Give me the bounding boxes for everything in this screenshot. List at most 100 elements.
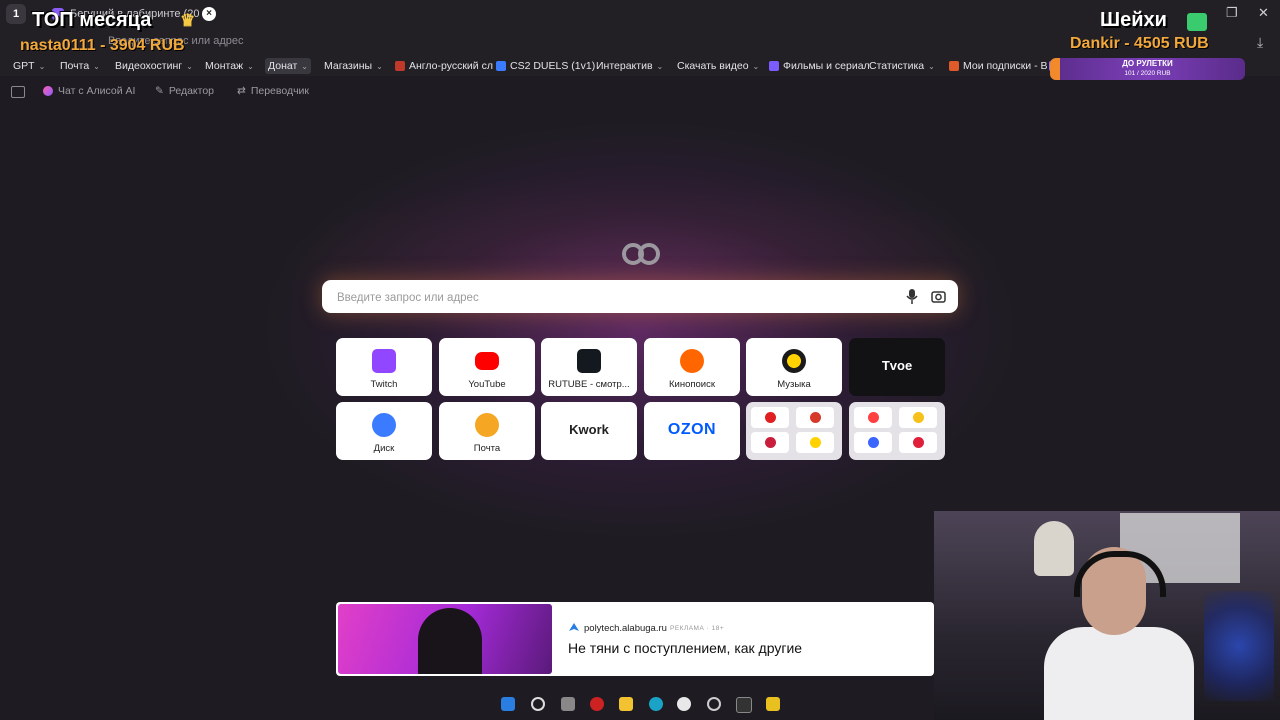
folder-item <box>899 407 937 428</box>
tile-label: Twitch <box>370 379 398 390</box>
tile-label: YouTube <box>468 379 506 390</box>
roulette-count: 101 / 2020 RUB <box>1124 70 1171 77</box>
folder-item <box>899 432 937 453</box>
kinopoisk-icon <box>680 349 704 373</box>
twitch-icon <box>372 349 396 373</box>
bookmark-item[interactable]: Статистика ⌄ <box>866 58 938 74</box>
overlay-badge-icon <box>1187 13 1207 31</box>
sidebar-toggle-icon[interactable] <box>11 86 25 98</box>
bookmark-item[interactable]: Магазины ⌄ <box>321 58 386 74</box>
tile-label: Кинопоиск <box>668 379 715 390</box>
tile-folder-1[interactable] <box>746 402 842 460</box>
tile-mail[interactable]: Почта <box>439 402 535 460</box>
translator-label: Переводчик <box>250 85 310 97</box>
bookmark-label: Интерактив <box>596 60 653 72</box>
bookmark-item[interactable]: Донат ⌄ <box>265 58 311 74</box>
crown-icon: ♛ <box>180 11 196 30</box>
bookmark-label: Почта <box>60 60 90 72</box>
bookmark-label: Фильмы и сериал <box>783 60 870 72</box>
search-box <box>322 280 958 315</box>
tile-rutube[interactable]: RUTUBE - смотр... <box>541 338 637 396</box>
bookmark-favicon-icon <box>769 61 779 71</box>
yandex-logo-icon <box>622 243 660 265</box>
chevron-down-icon: ⌄ <box>376 61 383 71</box>
search-input[interactable] <box>335 280 879 315</box>
obs-icon[interactable] <box>707 697 721 711</box>
tab-close-icon[interactable]: × <box>202 7 216 21</box>
disk-icon <box>372 413 396 437</box>
tile-label: Почта <box>473 443 501 454</box>
webcam-overlay <box>934 511 1280 720</box>
alice-chat-label: Чат с Алисой AI <box>58 85 136 97</box>
folder-item <box>854 432 892 453</box>
ad-title: Не тяни с поступлением, как другие <box>568 640 803 656</box>
folder-item <box>854 407 892 428</box>
editor-label: Редактор <box>168 85 215 97</box>
bookmark-item[interactable]: Фильмы и сериал <box>766 58 873 74</box>
mail-icon <box>475 413 499 437</box>
tile-label: Tvoe <box>881 358 913 373</box>
tab-counter[interactable]: 1 <box>6 4 26 24</box>
chevron-down-icon: ⌄ <box>38 61 46 71</box>
ad-domain-icon <box>569 623 579 631</box>
bookmark-item[interactable]: Скачать видео ⌄ <box>674 58 762 74</box>
tile-kwork[interactable]: Kwork <box>541 402 637 460</box>
overlay-top-donor: nasta0111 - 3904 RUB <box>20 37 185 54</box>
microphone-icon[interactable] <box>906 289 918 304</box>
yandex-browser-icon[interactable] <box>677 697 691 711</box>
tile-disk[interactable]: Диск <box>336 402 432 460</box>
windows-start-icon[interactable] <box>501 697 515 711</box>
bookmark-label: Видеохостинг <box>115 60 183 72</box>
editor-button[interactable]: ✎ Редактор <box>155 85 214 97</box>
rutube-icon <box>577 349 601 373</box>
alice-chat-button[interactable]: Чат с Алисой AI <box>43 85 135 97</box>
overlay-streamer-name: Шейхи <box>1100 9 1167 31</box>
bookmark-item[interactable]: Англо-русский сл <box>392 58 496 74</box>
overlay-last-donor: Dankir - 4505 RUB <box>1070 35 1209 52</box>
terminal-icon[interactable] <box>736 697 752 713</box>
tile-ozon[interactable]: OZON <box>644 402 740 460</box>
bookmark-item[interactable]: Мои подписки - В <box>946 58 1051 74</box>
bookmark-label: Магазины <box>324 60 373 72</box>
bookmark-item[interactable]: GPT ⌄ <box>10 58 48 74</box>
bookmark-item[interactable]: Интерактив ⌄ <box>593 58 666 74</box>
overlay-top-month: ТОП месяца <box>32 9 152 31</box>
chevron-down-icon: ⌄ <box>656 61 664 71</box>
bookmark-favicon-icon <box>949 61 959 71</box>
camera-search-icon[interactable] <box>931 289 946 304</box>
ad-tag: РЕКЛАМА · 18+ <box>670 625 725 632</box>
task-view-icon[interactable] <box>561 697 575 711</box>
bookmark-item[interactable]: CS2 DUELS (1v1) <box>493 58 598 74</box>
telegram-icon[interactable] <box>649 697 663 711</box>
tile-label: Диск <box>373 443 395 454</box>
folder-item <box>751 432 789 453</box>
close-window-icon[interactable]: ✕ <box>1258 5 1269 21</box>
tile-music[interactable]: Музыка <box>746 338 842 396</box>
tile-kinopoisk[interactable]: Кинопоиск <box>644 338 740 396</box>
restore-icon[interactable]: ❐ <box>1226 5 1238 21</box>
tile-twitch[interactable]: Twitch <box>336 338 432 396</box>
folder-icon[interactable] <box>619 697 633 711</box>
tile-tvoe[interactable]: Tvoe <box>849 338 945 396</box>
bookmark-favicon-icon <box>496 61 506 71</box>
tile-youtube[interactable]: YouTube <box>439 338 535 396</box>
tile-label: RUTUBE - смотр... <box>548 379 630 390</box>
ad-person-image <box>418 608 482 674</box>
app-icon-2[interactable] <box>766 697 780 711</box>
chevron-down-icon: ⌄ <box>93 61 100 71</box>
download-icon[interactable]: ⤓ <box>1257 34 1263 51</box>
bookmark-item[interactable]: Монтаж ⌄ <box>202 58 257 74</box>
bookmark-label: Донат <box>268 60 298 72</box>
bookmark-label: Мои подписки - В <box>963 60 1048 72</box>
bookmark-item[interactable]: Видеохостинг ⌄ <box>112 58 196 74</box>
bookmark-favicon-icon <box>395 61 405 71</box>
chevron-down-icon: ⌄ <box>752 61 760 71</box>
translator-button[interactable]: ⇄ Переводчик <box>237 85 309 97</box>
search-icon[interactable] <box>531 697 545 711</box>
bookmark-item[interactable]: Почта ⌄ <box>57 58 103 74</box>
tile-folder-2[interactable] <box>849 402 945 460</box>
translate-icon: ⇄ <box>237 85 246 97</box>
folder-item <box>751 407 789 428</box>
app-icon[interactable] <box>590 697 604 711</box>
ad-banner[interactable]: polytech.alabuga.ru РЕКЛАМА · 18+ Не тян… <box>336 602 934 676</box>
